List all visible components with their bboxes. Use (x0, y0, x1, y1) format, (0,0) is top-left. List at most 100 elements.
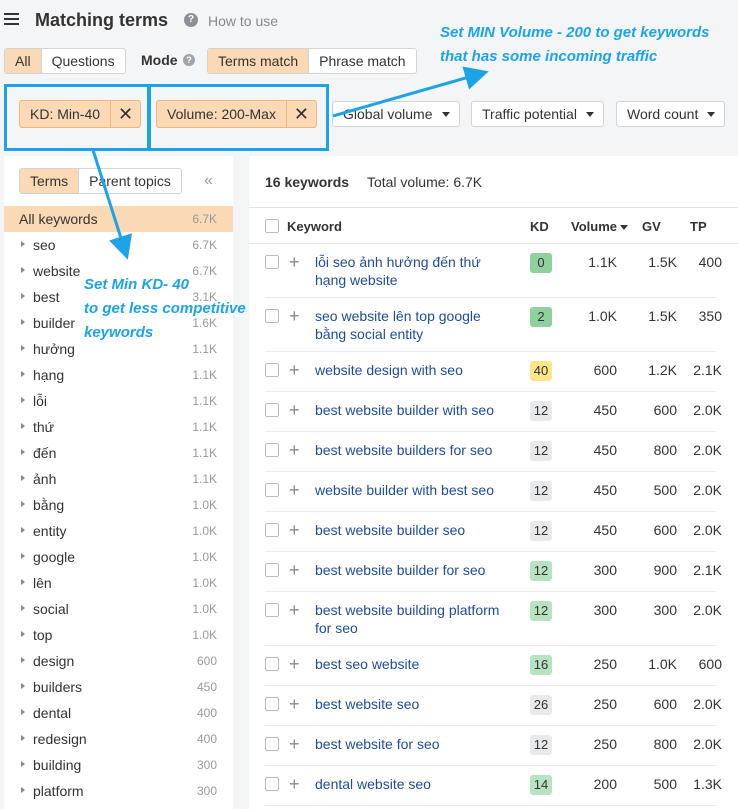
tab-questions[interactable]: Questions (42, 49, 125, 73)
expand-icon[interactable] (21, 787, 25, 793)
expand-icon[interactable] (21, 735, 25, 741)
expand-icon[interactable] (21, 709, 25, 715)
expand-icon[interactable] (21, 605, 25, 611)
expand-icon[interactable] (21, 475, 25, 481)
row-checkbox[interactable] (265, 483, 279, 497)
row-checkbox[interactable] (265, 443, 279, 457)
row-checkbox[interactable] (265, 403, 279, 417)
expand-icon[interactable] (21, 319, 25, 325)
tab-all[interactable]: All (5, 49, 42, 73)
keyword-link[interactable]: best website builders for seo (315, 441, 515, 459)
add-icon[interactable]: + (289, 441, 300, 459)
add-icon[interactable]: + (289, 361, 300, 379)
term-item[interactable]: google 1.0K (4, 544, 233, 570)
col-keyword[interactable]: Keyword (287, 219, 342, 234)
col-kd[interactable]: KD (530, 219, 549, 234)
term-all-keywords[interactable]: All keywords 6.7K (4, 206, 233, 232)
traffic-potential-dropdown[interactable]: Traffic potential (471, 101, 604, 127)
term-item[interactable]: seo 6.7K (4, 232, 233, 258)
term-item[interactable]: bằng 1.0K (4, 492, 233, 518)
term-item[interactable]: platform 300 (4, 778, 233, 804)
keyword-link[interactable]: dental website seo (315, 775, 515, 793)
row-checkbox[interactable] (265, 737, 279, 751)
term-item[interactable]: lên 1.0K (4, 570, 233, 596)
select-all-checkbox[interactable] (265, 219, 279, 233)
add-icon[interactable]: + (289, 601, 300, 619)
term-item[interactable]: hạng 1.1K (4, 362, 233, 388)
keyword-link[interactable]: website builder with best seo (315, 481, 515, 499)
expand-icon[interactable] (21, 553, 25, 559)
row-checkbox[interactable] (265, 309, 279, 323)
add-icon[interactable]: + (289, 695, 300, 713)
row-checkbox[interactable] (265, 657, 279, 671)
expand-icon[interactable] (21, 293, 25, 299)
word-count-dropdown[interactable]: Word count (616, 101, 726, 127)
col-volume[interactable]: Volume (571, 219, 628, 234)
keyword-link[interactable]: lỗi seo ảnh hưởng đến thứ hạng website (315, 253, 515, 289)
how-to-use-link[interactable]: How to use (208, 13, 278, 29)
expand-icon[interactable] (21, 449, 25, 455)
mode-help-icon[interactable]: ? (183, 54, 195, 66)
keyword-link[interactable]: best website for seo (315, 735, 515, 753)
add-icon[interactable]: + (289, 253, 300, 271)
term-item[interactable]: redesign 400 (4, 726, 233, 752)
expand-icon[interactable] (21, 423, 25, 429)
row-checkbox[interactable] (265, 523, 279, 537)
tab-phrase-match[interactable]: Phrase match (309, 49, 415, 73)
row-checkbox[interactable] (265, 563, 279, 577)
expand-icon[interactable] (21, 345, 25, 351)
add-icon[interactable]: + (289, 655, 300, 673)
expand-icon[interactable] (21, 501, 25, 507)
expand-icon[interactable] (21, 657, 25, 663)
term-item[interactable]: thứ 1.1K (4, 414, 233, 440)
term-item[interactable]: ảnh 1.1K (4, 466, 233, 492)
add-icon[interactable]: + (289, 307, 300, 325)
menu-icon[interactable] (4, 13, 19, 25)
expand-icon[interactable] (21, 527, 25, 533)
expand-icon[interactable] (21, 761, 25, 767)
term-item[interactable]: dental 400 (4, 700, 233, 726)
expand-icon[interactable] (21, 683, 25, 689)
row-checkbox[interactable] (265, 363, 279, 377)
collapse-icon[interactable]: « (204, 172, 213, 190)
term-item[interactable]: lỗi 1.1K (4, 388, 233, 414)
help-icon[interactable]: ? (184, 13, 198, 27)
keyword-link[interactable]: best website seo (315, 695, 515, 713)
keyword-link[interactable]: seo website lên top google bằng social e… (315, 307, 515, 343)
add-icon[interactable]: + (289, 401, 300, 419)
add-icon[interactable]: + (289, 561, 300, 579)
add-icon[interactable]: + (289, 735, 300, 753)
row-checkbox[interactable] (265, 255, 279, 269)
term-item[interactable]: entity 1.0K (4, 518, 233, 544)
term-item[interactable]: top 1.0K (4, 622, 233, 648)
keyword-link[interactable]: best website builder seo (315, 521, 515, 539)
expand-icon[interactable] (21, 267, 25, 273)
term-item[interactable]: builders 450 (4, 674, 233, 700)
tab-parent-topics[interactable]: Parent topics (79, 169, 181, 193)
row-checkbox[interactable] (265, 697, 279, 711)
expand-icon[interactable] (21, 371, 25, 377)
tab-terms[interactable]: Terms (20, 169, 80, 193)
keyword-link[interactable]: best website builder with seo (315, 401, 515, 419)
tab-terms-match[interactable]: Terms match (208, 49, 310, 73)
col-gv[interactable]: GV (642, 219, 661, 234)
expand-icon[interactable] (21, 241, 25, 247)
keyword-link[interactable]: website design with seo (315, 361, 515, 379)
add-icon[interactable]: + (289, 775, 300, 793)
term-item[interactable]: design 600 (4, 648, 233, 674)
term-item[interactable]: building 300 (4, 752, 233, 778)
add-icon[interactable]: + (289, 521, 300, 539)
global-volume-dropdown[interactable]: Global volume (332, 101, 460, 127)
expand-icon[interactable] (21, 579, 25, 585)
col-tp[interactable]: TP (690, 219, 707, 234)
expand-icon[interactable] (21, 631, 25, 637)
keyword-link[interactable]: best website building platform for seo (315, 601, 515, 637)
keyword-link[interactable]: best seo website (315, 655, 515, 673)
row-checkbox[interactable] (265, 603, 279, 617)
row-checkbox[interactable] (265, 777, 279, 791)
keyword-link[interactable]: best website builder for seo (315, 561, 515, 579)
term-item[interactable]: đến 1.1K (4, 440, 233, 466)
expand-icon[interactable] (21, 397, 25, 403)
term-item[interactable]: social 1.0K (4, 596, 233, 622)
add-icon[interactable]: + (289, 481, 300, 499)
